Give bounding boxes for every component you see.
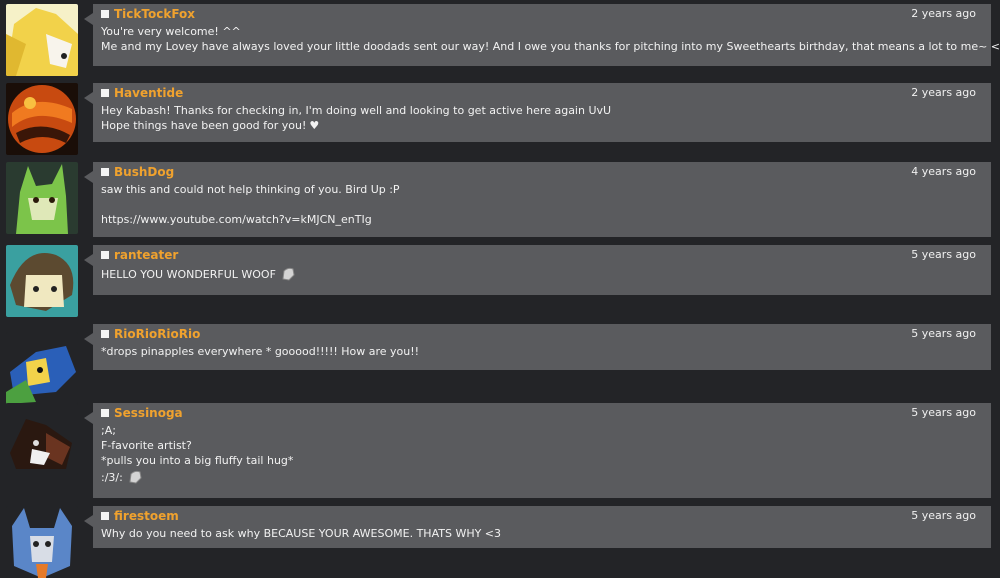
- comment-text: HELLO YOU WONDERFUL WOOF: [101, 265, 983, 282]
- username-link[interactable]: firestoem: [114, 509, 179, 523]
- video-link[interactable]: https://www.youtube.com/watch?v=kMJCN_en…: [101, 212, 983, 227]
- comment-bubble: Sessinoga 5 years ago ;A; F-favorite artis…: [84, 403, 991, 498]
- comment-text: *drops pinapples everywhere * gooood!!!!…: [101, 345, 420, 358]
- avatar[interactable]: [6, 4, 78, 76]
- avatar[interactable]: [6, 245, 78, 317]
- comment-bubble: Haventide 2 years ago Hey Kabash! Thanks …: [84, 83, 991, 142]
- timestamp: 5 years ago: [911, 509, 976, 522]
- timestamp: 5 years ago: [911, 248, 976, 261]
- select-checkbox[interactable]: [101, 89, 109, 97]
- username-link[interactable]: RioRioRioRio: [114, 327, 200, 341]
- select-checkbox[interactable]: [101, 251, 109, 259]
- timestamp: 2 years ago: [911, 7, 976, 20]
- timestamp: 2 years ago: [911, 86, 976, 99]
- username-link[interactable]: BushDog: [114, 165, 174, 179]
- avatar[interactable]: [6, 403, 78, 475]
- avatar[interactable]: [6, 506, 78, 578]
- comment-bubble: BushDog 4 years ago saw this and could no…: [84, 162, 991, 237]
- select-checkbox[interactable]: [101, 330, 109, 338]
- paw-emote-icon: [129, 470, 142, 484]
- comment-text: saw this and could not help thinking of …: [101, 182, 983, 227]
- timestamp: 5 years ago: [911, 406, 976, 419]
- username-link[interactable]: Sessinoga: [114, 406, 183, 420]
- avatar[interactable]: [6, 83, 78, 155]
- username-link[interactable]: TickTockFox: [114, 7, 195, 21]
- heart-icon: ♥: [309, 119, 320, 132]
- comment-text: Hey Kabash! Thanks for checking in, I'm …: [101, 104, 612, 132]
- comment-bubble: TickTockFox 2 years ago You're very welco…: [84, 4, 1000, 66]
- comment-bubble: firestoem 5 years ago Why do you need to …: [84, 506, 991, 548]
- select-checkbox[interactable]: [101, 409, 109, 417]
- comment-text: ;A; F-favorite artist? *pulls you into a b…: [101, 424, 294, 484]
- comment-bubble: RioRioRioRio 5 years ago *drops pinapples…: [84, 324, 991, 370]
- comment-text: You're very welcome! ^^ Me and my Lovey h…: [101, 25, 1000, 53]
- timestamp: 4 years ago: [911, 165, 976, 178]
- avatar[interactable]: [6, 332, 78, 404]
- comment-bubble: ranteater 5 years ago HELLO YOU WONDERFUL…: [84, 245, 991, 295]
- username-link[interactable]: ranteater: [114, 248, 178, 262]
- timestamp: 5 years ago: [911, 327, 976, 340]
- username-link[interactable]: Haventide: [114, 86, 183, 100]
- select-checkbox[interactable]: [101, 512, 109, 520]
- paw-emote-icon: [282, 267, 295, 281]
- comment-text: Why do you need to ask why BECAUSE YOUR …: [101, 527, 502, 540]
- select-checkbox[interactable]: [101, 10, 109, 18]
- avatar[interactable]: [6, 162, 78, 234]
- select-checkbox[interactable]: [101, 168, 109, 176]
